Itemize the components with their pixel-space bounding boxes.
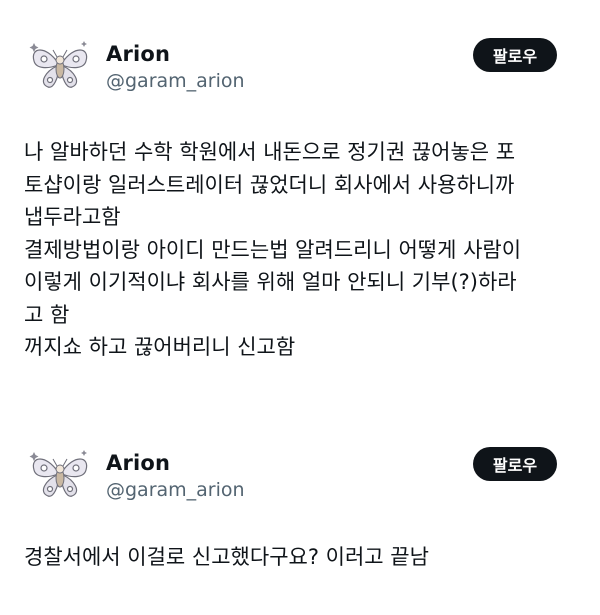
tweet-text-line: 꺼지쇼 하고 끊어버리니 신고함	[24, 335, 296, 359]
tweet-text-line: 경찰서에서 이걸로 신고했다구요? 이러고 끝남	[24, 545, 429, 569]
butterfly-avatar-icon	[29, 450, 88, 497]
user-name[interactable]: Arion	[106, 42, 170, 66]
user-handle[interactable]: @garam_arion	[106, 70, 245, 92]
avatar[interactable]	[24, 33, 96, 95]
tweet-text-line: 결제방법이랑 아이디 만드는법 알려드리니 어떻게 사람이	[24, 237, 522, 262]
tweet-header: Arion @garam_arion 팔로우	[0, 432, 600, 504]
tweet: Arion @garam_arion 팔로우 나 알바하던 수학 학원에서 내돈…	[0, 0, 600, 359]
user-name[interactable]: Arion	[106, 451, 170, 475]
butterfly-avatar-icon	[29, 41, 88, 88]
follow-button[interactable]: 팔로우	[473, 38, 557, 72]
tweet-header: Arion @garam_arion 팔로우	[0, 0, 600, 95]
tweet-text-line: 토샵이랑 일러스트레이터 끊었더니 회사에서 사용하니까	[24, 172, 515, 197]
follow-button[interactable]: 팔로우	[473, 447, 557, 481]
tweet-text-line: 냅두라고함	[24, 205, 121, 229]
tweet-text-line: 고 함	[24, 302, 70, 327]
tweet-text: 나 알바하던 수학 학원에서 내돈으로 정기권 끊어놓은 포 토샵이랑 일러스트…	[24, 136, 584, 364]
tweet: Arion @garam_arion 팔로우 경찰서에서 이걸로 신고했다구요?…	[0, 432, 600, 569]
tweet-text-line: 나 알바하던 수학 학원에서 내돈으로 정기권 끊어놓은 포	[24, 140, 516, 164]
user-handle[interactable]: @garam_arion	[106, 479, 245, 501]
tweet-text: 경찰서에서 이걸로 신고했다구요? 이러고 끝남	[24, 541, 584, 574]
tweet-text-line: 이렇게 이기적이냐 회사를 위해 얼마 안되니 기부(?)하라	[24, 270, 517, 294]
avatar[interactable]	[24, 442, 96, 504]
